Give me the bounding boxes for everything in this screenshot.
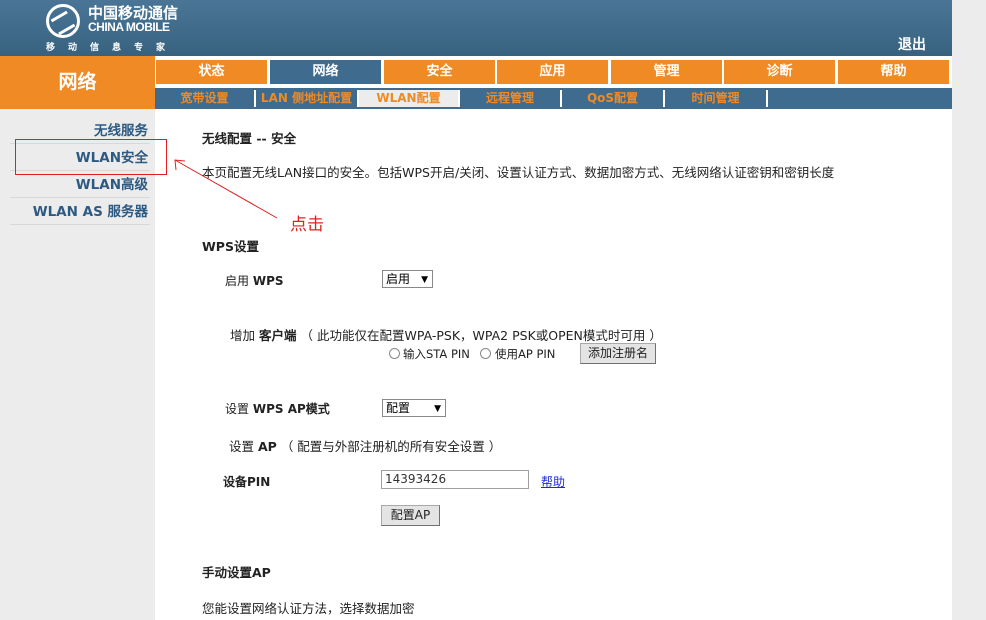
main-tab-bar: 状态 网络 安全 应用 管理 诊断 帮助: [155, 56, 952, 88]
wps-ap-mode-select-value: 配置: [386, 401, 411, 415]
logo-english-text: CHINA MOBILE: [88, 20, 170, 34]
china-mobile-logo: 中国移动通信 CHINA MOBILE 移动信息专家: [44, 2, 194, 54]
wps-ap-mode-select[interactable]: 配置 ▼: [382, 399, 446, 417]
annotation-highlight-box: [15, 139, 167, 175]
wps-ap-mode-label-bold: WPS AP模式: [252, 402, 330, 416]
device-pin-label: 设备PIN: [223, 475, 271, 489]
sidebar-item-wlan-advanced[interactable]: WLAN高级: [10, 172, 150, 198]
page-description: 本页配置无线LAN接口的安全。包括WPS开启/关闭、设置认证方式、数据加密方式、…: [202, 165, 835, 180]
subtab-qos[interactable]: QoS配置: [562, 90, 665, 107]
subtab-wlan-config[interactable]: WLAN配置: [359, 90, 460, 107]
router-admin-page: 中国移动通信 CHINA MOBILE 移动信息专家 退出 网络 状态 网络 安…: [0, 0, 986, 620]
wps-section-heading: WPS设置: [202, 239, 259, 254]
setup-ap-label: 设置 AP （ 配置与外部注册机的所有安全设置 ）: [229, 436, 501, 455]
enable-wps-select[interactable]: 启用 ▼: [382, 270, 433, 288]
sub-tab-bar: 宽带设置 LAN 侧地址配置 WLAN配置 远程管理 QoS配置 时间管理: [155, 88, 952, 109]
tab-network[interactable]: 网络: [270, 60, 381, 84]
left-sidebar: 无线服务 WLAN安全 WLAN高级 WLAN AS 服务器: [0, 109, 155, 620]
enable-wps-label: 启用 WPS: [225, 272, 284, 289]
dropdown-arrow-icon: ▼: [434, 404, 441, 414]
add-client-label-bold: 客户端: [259, 328, 297, 343]
tab-management[interactable]: 管理: [611, 60, 722, 84]
dropdown-arrow-icon: ▼: [421, 275, 428, 285]
wps-ap-mode-label: 设置 WPS AP模式: [225, 400, 330, 417]
manual-ap-description: 您能设置网络认证方法，选择数据加密: [202, 601, 415, 616]
enable-wps-label-bold: WPS: [252, 274, 284, 288]
tab-application[interactable]: 应用: [497, 60, 608, 84]
section-title: 网络: [0, 56, 155, 109]
add-registrar-button[interactable]: 添加注册名: [580, 343, 656, 364]
ap-pin-radio[interactable]: [480, 348, 491, 359]
china-mobile-logo-icon: [46, 4, 80, 38]
tab-diagnosis[interactable]: 诊断: [724, 60, 835, 84]
subtab-broadband[interactable]: 宽带设置: [155, 90, 256, 107]
annotation-arrow-icon: [174, 159, 278, 219]
setup-ap-label-bold: AP: [258, 439, 277, 454]
logout-link[interactable]: 退出: [898, 34, 926, 54]
device-pin-field[interactable]: 14393426: [381, 470, 529, 489]
right-margin-strip: [952, 0, 986, 620]
page-title: 无线配置 -- 安全: [202, 131, 297, 146]
logo-slogan: 移动信息专家: [46, 43, 179, 53]
subtab-lan-address[interactable]: LAN 侧地址配置: [256, 90, 359, 107]
ap-pin-radio-label: 使用AP PIN: [495, 347, 556, 361]
config-ap-button[interactable]: 配置AP: [381, 505, 440, 526]
sta-pin-radio-label: 输入STA PIN: [403, 347, 470, 361]
help-link[interactable]: 帮助: [541, 473, 565, 490]
sta-pin-radio[interactable]: [389, 348, 400, 359]
wps-ap-mode-label-prefix: 设置: [225, 402, 250, 416]
setup-ap-note: （ 配置与外部注册机的所有安全设置 ）: [280, 439, 502, 454]
header-banner: 中国移动通信 CHINA MOBILE 移动信息专家 退出: [0, 0, 952, 56]
tab-security[interactable]: 安全: [384, 60, 495, 84]
add-client-label-prefix: 增加: [230, 328, 256, 343]
sidebar-item-wlan-as-server[interactable]: WLAN AS 服务器: [10, 199, 150, 225]
subtab-time-management[interactable]: 时间管理: [665, 90, 768, 107]
setup-ap-label-prefix: 设置: [229, 439, 255, 454]
enable-wps-label-prefix: 启用: [225, 274, 250, 288]
annotation-click-label: 点击: [290, 215, 324, 235]
add-client-note: （ 此功能仅在配置WPA-PSK，WPA2 PSK或OPEN模式时可用 ）: [300, 328, 662, 343]
tab-status[interactable]: 状态: [156, 60, 267, 84]
manual-ap-heading: 手动设置AP: [202, 565, 271, 580]
subtab-remote-management[interactable]: 远程管理: [460, 90, 562, 107]
enable-wps-select-value: 启用: [386, 272, 411, 286]
add-client-label: 增加 客户端 （ 此功能仅在配置WPA-PSK，WPA2 PSK或OPEN模式时…: [230, 325, 662, 344]
tab-help[interactable]: 帮助: [838, 60, 949, 84]
